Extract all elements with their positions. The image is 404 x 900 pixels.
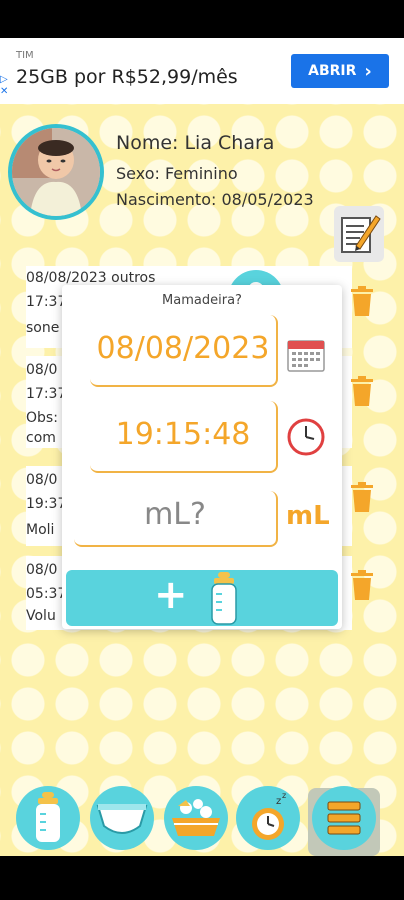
record-detail: Obs: xyxy=(26,410,58,426)
ad-open-label: ABRIR xyxy=(308,63,357,79)
trash-icon[interactable] xyxy=(350,376,374,406)
svg-text:z: z xyxy=(276,796,281,807)
bath-icon xyxy=(172,799,220,836)
profile-sex: Sexo: Feminino xyxy=(116,164,238,183)
sleep-clock-icon: z z xyxy=(252,791,286,840)
dialog-title: Mamadeira? xyxy=(162,293,242,308)
nav-list-button[interactable] xyxy=(312,786,376,850)
status-bar xyxy=(0,0,404,38)
ad-choices-icon[interactable]: ▷ ✕ xyxy=(0,74,10,98)
plus-icon: + xyxy=(154,572,188,618)
record-date: 08/0 xyxy=(26,362,58,378)
edit-profile-button[interactable] xyxy=(334,206,384,262)
trash-icon[interactable] xyxy=(350,286,374,316)
ad-text[interactable]: 25GB por R$52,99/mês xyxy=(16,66,238,88)
date-field[interactable]: 08/08/2023 xyxy=(90,315,278,387)
edit-icon xyxy=(341,215,381,253)
ml-unit-label: mL xyxy=(286,501,330,531)
clock-icon[interactable] xyxy=(286,417,326,457)
list-icon xyxy=(327,801,361,835)
trash-icon[interactable] xyxy=(350,570,374,600)
avatar[interactable] xyxy=(8,124,104,220)
trash-icon[interactable] xyxy=(350,482,374,512)
record-date: 08/0 xyxy=(26,472,58,488)
chevron-right-icon: › xyxy=(364,60,372,82)
bottle-icon xyxy=(211,572,237,625)
bottle-dialog: Mamadeira? 08/08/2023 19:15:48 mL? mL + xyxy=(62,285,342,629)
record-detail: Moli xyxy=(26,522,55,538)
record-time: 05:37 xyxy=(26,586,67,602)
record-detail-extra: com xyxy=(26,430,56,446)
svg-text:z: z xyxy=(282,791,286,800)
record-date: 08/08/2023 outros xyxy=(26,270,156,286)
record-detail: Volu xyxy=(26,608,56,624)
nav-bath-button[interactable] xyxy=(164,786,228,850)
add-bottle-button[interactable]: + xyxy=(66,570,338,626)
ad-open-button[interactable]: ABRIR › xyxy=(291,54,389,88)
ml-placeholder: mL? xyxy=(144,497,206,532)
baby-photo-icon xyxy=(12,128,100,216)
system-nav-bar xyxy=(0,856,404,900)
ad-banner[interactable]: TIM 25GB por R$52,99/mês ▷ ✕ ABRIR › xyxy=(0,38,404,104)
profile-name: Nome: Lia Chara xyxy=(116,132,275,154)
profile-birth: Nascimento: 08/05/2023 xyxy=(116,190,314,209)
time-field[interactable]: 19:15:48 xyxy=(90,401,278,473)
nav-bottle-button[interactable] xyxy=(16,786,80,850)
calendar-icon[interactable] xyxy=(286,337,326,373)
record-time: 17:37 xyxy=(26,386,67,402)
record-time: 17:37 xyxy=(26,294,67,310)
ml-input[interactable]: mL? xyxy=(74,491,278,547)
diaper-icon xyxy=(96,804,148,834)
nav-sleep-button[interactable]: z z xyxy=(236,786,300,850)
ad-brand: TIM xyxy=(16,50,34,61)
main-area: Nome: Lia Chara Sexo: Feminino Nasciment… xyxy=(0,104,404,856)
record-time: 19:37 xyxy=(26,496,67,512)
date-value: 08/08/2023 xyxy=(96,331,270,366)
time-value: 19:15:48 xyxy=(115,417,251,452)
bottle-icon xyxy=(36,792,60,842)
record-date: 08/0 xyxy=(26,562,58,578)
nav-diaper-button[interactable] xyxy=(90,786,154,850)
record-detail: sone xyxy=(26,320,60,336)
